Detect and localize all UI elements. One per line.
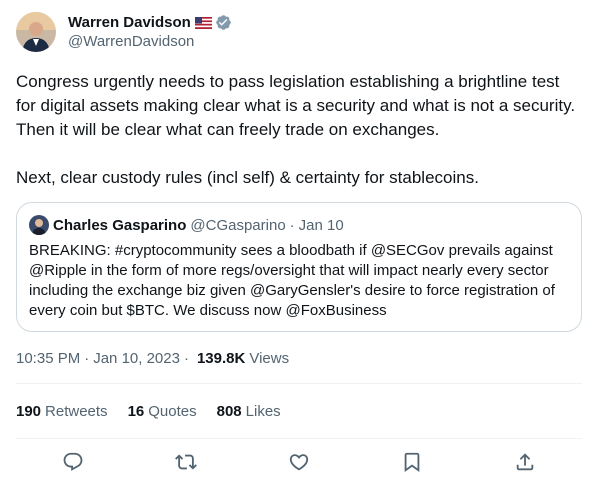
us-flag-icon [194, 16, 212, 29]
author-display-name[interactable]: Warren Davidson [68, 14, 191, 31]
likes-count: 808 [216, 402, 242, 420]
share-button[interactable] [514, 451, 536, 473]
retweet-icon [175, 454, 197, 470]
quotes-label: Quotes [148, 402, 197, 420]
verified-badge-icon[interactable] [215, 14, 232, 31]
quoted-separator: · [289, 216, 295, 234]
retweets-label: Retweets [45, 402, 108, 420]
author-avatar[interactable] [16, 12, 56, 52]
bookmark-icon [404, 452, 420, 473]
quotes-count: 16 [127, 402, 145, 420]
share-icon [516, 453, 534, 471]
reply-button[interactable] [62, 451, 84, 473]
quoted-author-name: Charles Gasparino [53, 216, 187, 234]
views-label: Views [249, 349, 290, 367]
quotes-stat[interactable]: 16 Quotes [128, 403, 197, 420]
reply-icon [63, 452, 83, 471]
meta-separator: · [84, 349, 90, 367]
tweet-header: Warren Davidson @WarrenDavidson [16, 12, 232, 52]
tweet-stats: 190 Retweets 16 Quotes 808 Likes [16, 401, 301, 421]
retweets-stat[interactable]: 190 Retweets [16, 403, 108, 420]
retweets-count: 190 [16, 402, 42, 420]
tweet-date[interactable]: Jan 10, 2023 [93, 350, 180, 367]
likes-stat[interactable]: 808 Likes [217, 403, 281, 420]
divider [16, 438, 582, 439]
tweet-time[interactable]: 10:35 PM [16, 350, 80, 367]
quoted-author-avatar [29, 215, 49, 235]
views-count: 139.8K [196, 349, 246, 367]
like-icon [289, 454, 309, 471]
quoted-author-handle: @CGasparino [190, 216, 286, 234]
retweet-button[interactable] [175, 451, 197, 473]
tweet-meta: 10:35 PM · Jan 10, 2023 · 139.8K Views [16, 348, 289, 368]
quoted-date: Jan 10 [298, 216, 344, 234]
author-handle[interactable]: @WarrenDavidson [68, 33, 232, 50]
likes-label: Likes [245, 402, 281, 420]
quoted-tweet-text: BREAKING: #cryptocommunity sees a bloodb… [29, 242, 555, 319]
bookmark-button[interactable] [401, 451, 423, 473]
meta-separator-2: · [183, 349, 189, 367]
tweet-actions [16, 448, 582, 476]
like-button[interactable] [288, 451, 310, 473]
divider [16, 383, 582, 384]
quoted-tweet[interactable]: Charles Gasparino @CGasparino · Jan 10 B… [16, 202, 582, 332]
tweet-text: Congress urgently needs to pass legislat… [16, 72, 576, 187]
